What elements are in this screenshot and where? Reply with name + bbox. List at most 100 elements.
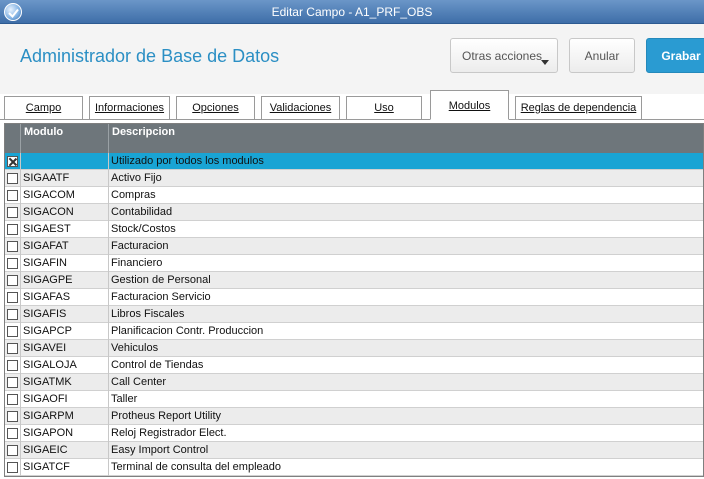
table-row[interactable]: SIGALOJA Control de Tiendas — [5, 357, 703, 374]
table-row[interactable]: SIGAPCP Planificacion Contr. Produccion — [5, 323, 703, 340]
modulo-cell — [21, 153, 109, 170]
table-row[interactable]: SIGAPON Reloj Registrador Elect. — [5, 425, 703, 442]
checkbox-icon[interactable] — [7, 292, 18, 303]
modulo-cell: SIGATMK — [21, 374, 109, 391]
table-row[interactable]: SIGAVEI Vehiculos — [5, 340, 703, 357]
row-checkbox-cell[interactable] — [5, 255, 21, 272]
row-checkbox-cell[interactable] — [5, 153, 21, 170]
tab-label: Informaciones — [94, 102, 165, 114]
checkbox-icon[interactable] — [7, 258, 18, 269]
row-checkbox-cell[interactable] — [5, 272, 21, 289]
row-checkbox-cell[interactable] — [5, 170, 21, 187]
table-row[interactable]: SIGAEST Stock/Costos — [5, 221, 703, 238]
tab-validaciones[interactable]: Validaciones — [261, 96, 340, 119]
checkbox-icon[interactable] — [7, 377, 18, 388]
row-checkbox-cell[interactable] — [5, 289, 21, 306]
table-row[interactable]: SIGAOFI Taller — [5, 391, 703, 408]
table-row[interactable]: SIGAGPE Gestion de Personal — [5, 272, 703, 289]
table-row[interactable]: Utilizado por todos los modulos — [5, 153, 703, 170]
checkbox-icon[interactable] — [7, 207, 18, 218]
anular-button[interactable]: Anular — [569, 38, 635, 73]
modulo-cell: SIGATCF — [21, 459, 109, 476]
tab-opciones[interactable]: Opciones — [176, 96, 255, 119]
tab-label: Reglas de dependencia — [520, 102, 637, 114]
modulo-cell: SIGAEIC — [21, 442, 109, 459]
checkbox-icon[interactable] — [7, 428, 18, 439]
row-checkbox-cell[interactable] — [5, 238, 21, 255]
row-checkbox-cell[interactable] — [5, 459, 21, 476]
table-row[interactable]: SIGAFAT Facturacion — [5, 238, 703, 255]
row-checkbox-cell[interactable] — [5, 323, 21, 340]
row-checkbox-cell[interactable] — [5, 425, 21, 442]
table-row[interactable]: SIGARPM Protheus Report Utility — [5, 408, 703, 425]
row-checkbox-cell[interactable] — [5, 357, 21, 374]
row-checkbox-cell[interactable] — [5, 187, 21, 204]
row-checkbox-cell[interactable] — [5, 442, 21, 459]
checkbox-icon[interactable] — [7, 411, 18, 422]
anular-label: Anular — [584, 48, 620, 63]
dropdown-caret-icon — [541, 60, 549, 65]
descripcion-cell: Compras — [109, 187, 703, 204]
title-bar: Editar Campo - A1_PRF_OBS — [0, 0, 704, 24]
checkbox-icon[interactable] — [7, 343, 18, 354]
checkbox-icon[interactable] — [7, 394, 18, 405]
modulo-cell: SIGARPM — [21, 408, 109, 425]
descripcion-cell: Financiero — [109, 255, 703, 272]
row-checkbox-cell[interactable] — [5, 408, 21, 425]
table-row[interactable]: SIGATMK Call Center — [5, 374, 703, 391]
checkbox-icon[interactable] — [7, 275, 18, 286]
tab-label: Uso — [374, 102, 394, 114]
table-row[interactable]: SIGACOM Compras — [5, 187, 703, 204]
row-checkbox-cell[interactable] — [5, 340, 21, 357]
checkbox-icon[interactable] — [7, 462, 18, 473]
grabar-label: Grabar — [661, 48, 701, 63]
tab-label: Modulos — [448, 100, 491, 112]
grid-header: Modulo Descripcion — [5, 124, 703, 153]
column-header-descripcion[interactable]: Descripcion — [109, 124, 703, 153]
descripcion-cell: Planificacion Contr. Produccion — [109, 323, 703, 340]
descripcion-cell: Easy Import Control — [109, 442, 703, 459]
tab-informaciones[interactable]: Informaciones — [89, 96, 170, 119]
row-checkbox-cell[interactable] — [5, 374, 21, 391]
descripcion-cell: Protheus Report Utility — [109, 408, 703, 425]
otras-acciones-label: Otras acciones — [462, 48, 543, 63]
grabar-button[interactable]: Grabar — [646, 38, 704, 73]
tab-reglas-de-dependencia[interactable]: Reglas de dependencia — [515, 96, 642, 119]
tab-campo[interactable]: Campo — [4, 96, 83, 119]
checkbox-icon[interactable] — [7, 173, 18, 184]
table-row[interactable]: SIGAFIN Financiero — [5, 255, 703, 272]
table-row[interactable]: SIGATCF Terminal de consulta del empleado — [5, 459, 703, 476]
table-row[interactable]: SIGAEIC Easy Import Control — [5, 442, 703, 459]
descripcion-cell: Gestion de Personal — [109, 272, 703, 289]
otras-acciones-button[interactable]: Otras acciones — [450, 38, 558, 73]
modulos-grid[interactable]: Modulo Descripcion Utilizado por todos l… — [4, 123, 704, 477]
header-bar: Administrador de Base de Datos Otras acc… — [0, 24, 704, 94]
column-header-modulo[interactable]: Modulo — [21, 124, 109, 153]
table-row[interactable]: SIGACON Contabilidad — [5, 204, 703, 221]
row-checkbox-cell[interactable] — [5, 306, 21, 323]
table-row[interactable]: SIGAFAS Facturacion Servicio — [5, 289, 703, 306]
checkbox-icon[interactable] — [7, 309, 18, 320]
checkbox-icon[interactable] — [7, 190, 18, 201]
modulo-cell: SIGAATF — [21, 170, 109, 187]
row-checkbox-cell[interactable] — [5, 391, 21, 408]
modulo-cell: SIGAEST — [21, 221, 109, 238]
checkbox-icon[interactable] — [7, 360, 18, 371]
checkbox-icon[interactable] — [7, 241, 18, 252]
tab-modulos[interactable]: Modulos — [430, 90, 509, 120]
modulo-cell: SIGALOJA — [21, 357, 109, 374]
checkbox-checked-icon[interactable] — [7, 156, 18, 167]
tab-label: Campo — [25, 102, 62, 114]
modulo-cell: SIGAFAT — [21, 238, 109, 255]
app-logo-icon[interactable] — [4, 3, 22, 21]
checkbox-icon[interactable] — [7, 224, 18, 235]
checkbox-icon[interactable] — [7, 445, 18, 456]
descripcion-cell: Vehiculos — [109, 340, 703, 357]
table-row[interactable]: SIGAATF Activo Fijo — [5, 170, 703, 187]
modulo-cell: SIGAVEI — [21, 340, 109, 357]
row-checkbox-cell[interactable] — [5, 204, 21, 221]
checkbox-icon[interactable] — [7, 326, 18, 337]
table-row[interactable]: SIGAFIS Libros Fiscales — [5, 306, 703, 323]
row-checkbox-cell[interactable] — [5, 221, 21, 238]
tab-uso[interactable]: Uso — [346, 96, 422, 119]
